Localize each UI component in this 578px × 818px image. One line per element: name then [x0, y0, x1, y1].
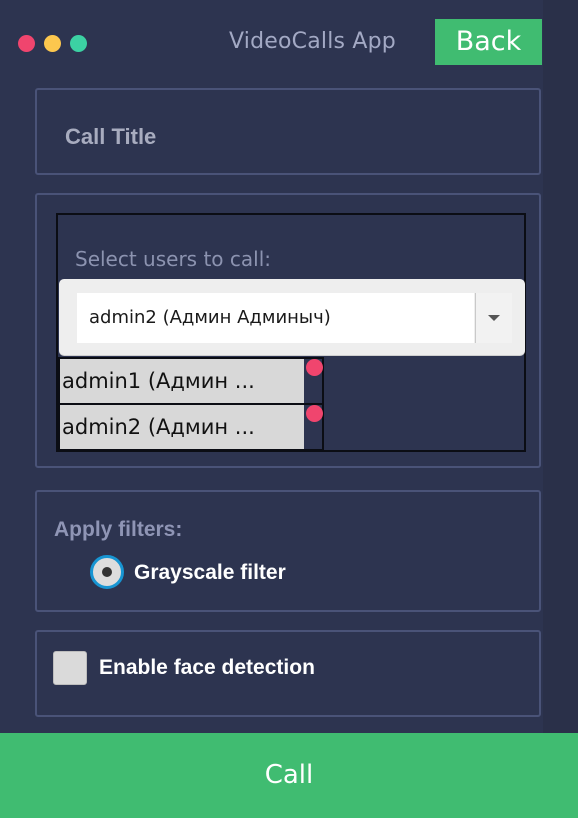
minimize-window-icon[interactable] [44, 35, 61, 52]
users-panel: Select users to call: admin2 (Админ Адми… [35, 193, 541, 468]
scroll-gutter [543, 0, 578, 818]
user-chip-label: admin1 (Админ ... [60, 359, 304, 403]
users-selector: Select users to call: admin2 (Админ Адми… [56, 213, 526, 452]
title-bar: VideoCalls App Back [0, 0, 578, 86]
radio-selected-dot [102, 567, 112, 577]
face-detection-panel: Enable face detection [35, 630, 541, 717]
call-button[interactable]: Call [0, 733, 578, 818]
users-combobox-value[interactable]: admin2 (Админ Админыч) [77, 293, 474, 343]
remove-user-icon[interactable] [306, 405, 323, 422]
close-window-icon[interactable] [18, 35, 35, 52]
back-button[interactable]: Back [435, 19, 542, 65]
grayscale-radio-label[interactable]: Grayscale filter [134, 561, 286, 585]
app-title: VideoCalls App [229, 29, 396, 54]
filters-heading: Apply filters: [54, 518, 183, 541]
maximize-window-icon[interactable] [70, 35, 87, 52]
face-detection-checkbox[interactable] [53, 651, 87, 685]
user-chip: admin2 (Админ ... [58, 403, 324, 451]
user-chip: admin1 (Админ ... [58, 357, 324, 405]
users-combobox[interactable]: admin2 (Админ Админыч) [59, 279, 525, 355]
app-window: VideoCalls App Back Call Title Select us… [0, 0, 578, 818]
dropdown-button[interactable] [475, 293, 512, 343]
user-chip-label: admin2 (Админ ... [60, 405, 304, 449]
call-title-panel: Call Title [35, 88, 541, 175]
call-title-input[interactable]: Call Title [65, 124, 156, 150]
select-users-label: Select users to call: [75, 247, 271, 271]
remove-user-icon[interactable] [306, 359, 323, 376]
filters-panel: Apply filters: Grayscale filter [35, 490, 541, 612]
grayscale-radio[interactable] [90, 555, 124, 589]
chevron-down-icon [488, 315, 500, 321]
face-detection-label[interactable]: Enable face detection [99, 656, 315, 680]
